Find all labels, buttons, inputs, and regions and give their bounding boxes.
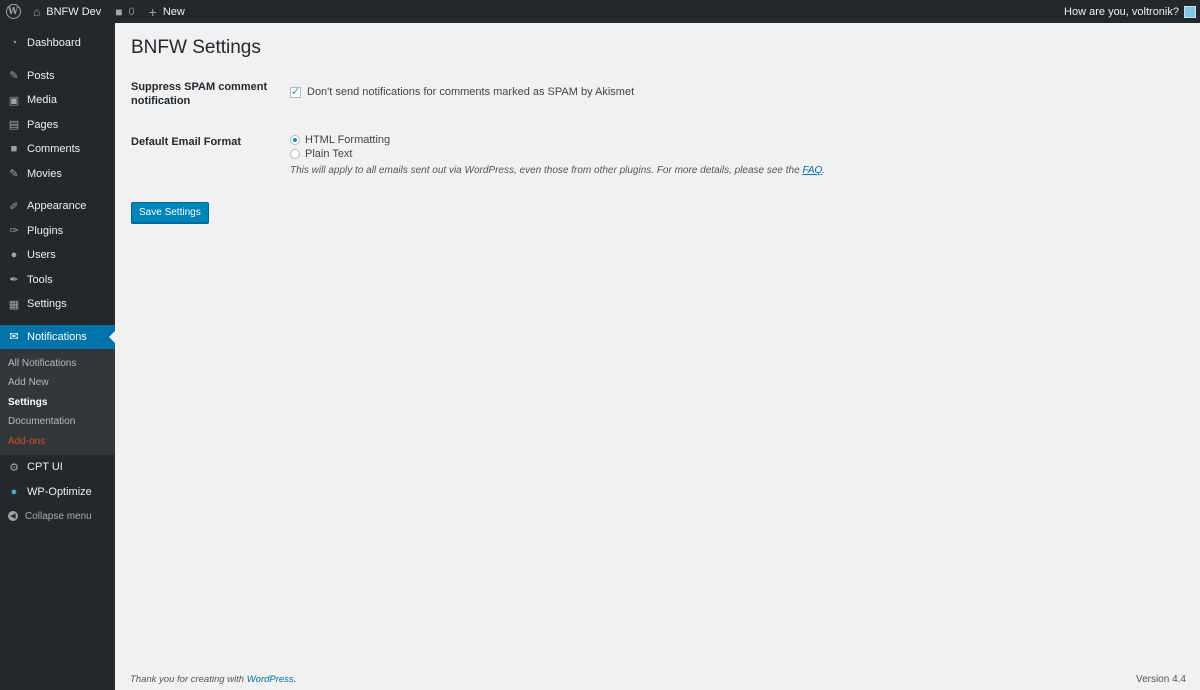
submenu-item-documentation[interactable]: Documentation <box>0 412 115 432</box>
menu-item-cpt-ui[interactable]: ⚙ CPT UI <box>0 455 115 480</box>
pin-icon: ✎ <box>9 70 19 83</box>
menu-item-label: Movies <box>27 167 62 180</box>
comment-bubble-icon: ■ <box>115 4 123 19</box>
save-settings-button[interactable]: Save Settings <box>131 202 209 223</box>
envelope-icon: ✉ <box>9 331 19 343</box>
spam-checkbox[interactable] <box>290 85 301 98</box>
brush-icon: ✐ <box>9 200 19 213</box>
collapse-label: Collapse menu <box>25 510 92 522</box>
submenu-item-add-new[interactable]: Add New <box>0 373 115 393</box>
settings-icon: ▦ <box>8 298 20 311</box>
spam-setting-label: Suppress SPAM comment notification <box>131 81 268 107</box>
email-format-field: HTML Formatting Plain Text This will app… <box>290 133 825 176</box>
plain-text-radio[interactable] <box>290 149 300 159</box>
html-formatting-radio[interactable] <box>290 135 300 145</box>
html-formatting-option[interactable]: HTML Formatting <box>290 133 825 147</box>
description-text: This will apply to all emails sent out v… <box>290 165 800 176</box>
menu-item-tools[interactable]: ✒ Tools <box>0 268 115 293</box>
main-content: BNFW Settings Suppress SPAM comment noti… <box>131 23 1181 223</box>
email-format-description: This will apply to all emails sent out v… <box>290 165 826 176</box>
menu-item-comments[interactable]: ■ Comments <box>0 137 115 162</box>
admin-menu: ◔ Dashboard ✎ Posts ▣ Media ▤ Pages ■ Co… <box>0 23 115 690</box>
menu-item-label: Appearance <box>27 200 87 213</box>
wordpress-logo-button[interactable]: W <box>0 0 26 23</box>
greeting: How are you, voltronik? <box>1064 5 1179 18</box>
new-label: New <box>162 5 185 18</box>
menu-item-label: Posts <box>27 69 55 82</box>
menu-item-movies[interactable]: ✎ Movies <box>0 162 115 187</box>
spam-setting-row: Suppress SPAM comment notification Don't… <box>131 80 634 108</box>
menu-item-label: Notifications <box>27 330 87 343</box>
menu-item-label: Media <box>27 94 57 107</box>
media-icon: ▣ <box>8 94 20 107</box>
menu-item-media[interactable]: ▣ Media <box>0 88 115 113</box>
comments-count: 0 <box>128 5 135 18</box>
menu-item-pages[interactable]: ▤ Pages <box>0 113 115 138</box>
menu-item-label: Plugins <box>27 224 64 237</box>
wordpress-logo-icon: W <box>5 4 21 19</box>
plain-text-option[interactable]: Plain Text <box>290 147 825 161</box>
email-format-label: Default Email Format <box>131 136 242 148</box>
spam-checkbox-label[interactable]: Don't send notifications for comments ma… <box>307 86 634 98</box>
menu-item-dashboard[interactable]: ◔ Dashboard <box>0 31 115 56</box>
menu-item-label: CPT UI <box>27 461 63 474</box>
menu-item-notifications[interactable]: ✉ Notifications <box>0 324 115 349</box>
optimize-icon: ● <box>10 485 18 498</box>
avatar <box>1184 5 1196 18</box>
site-name-link[interactable]: ⌂ BNFW Dev <box>26 0 108 23</box>
wordpress-link[interactable]: WordPress <box>247 674 294 685</box>
collapse-icon: ◀ <box>8 511 18 522</box>
menu-item-label: Comments <box>27 143 81 156</box>
faq-link[interactable]: FAQ <box>802 165 822 176</box>
wrench-icon: ✒ <box>9 274 19 287</box>
comments-link[interactable]: ■ 0 <box>108 0 141 23</box>
footer-version: Version 4.4 <box>1135 674 1186 685</box>
comment-icon: ■ <box>10 143 18 156</box>
admin-bar: W ⌂ BNFW Dev ■ 0 + New How are you, volt… <box>0 0 1200 23</box>
email-format-row: Default Email Format HTML Formatting Pla… <box>131 133 825 176</box>
dashboard-icon: ◔ <box>10 37 18 50</box>
page-title: BNFW Settings <box>131 37 261 58</box>
submenu-item-all-notifications[interactable]: All Notifications <box>0 354 115 374</box>
menu-item-wp-optimize[interactable]: ● WP-Optimize <box>0 480 115 505</box>
collapse-menu-button[interactable]: ◀ Collapse menu <box>0 504 115 529</box>
menu-item-label: Dashboard <box>27 37 81 50</box>
site-name: BNFW Dev <box>46 5 102 18</box>
gear-icon: ⚙ <box>9 461 19 474</box>
page-icon: ▤ <box>8 119 20 132</box>
menu-item-posts[interactable]: ✎ Posts <box>0 64 115 89</box>
new-content-link[interactable]: + New <box>142 0 192 23</box>
footer-thanks-text: Thank you for creating with <box>130 674 245 685</box>
user-icon: ● <box>10 249 18 262</box>
menu-item-label: Users <box>27 249 56 262</box>
plus-icon: + <box>148 3 157 20</box>
footer-thanks: Thank you for creating with WordPress. <box>130 674 297 685</box>
menu-item-label: Pages <box>27 118 59 131</box>
home-icon: ⌂ <box>33 4 41 19</box>
menu-item-label: WP-Optimize <box>27 485 92 498</box>
my-account-link[interactable]: How are you, voltronik? <box>1057 0 1200 23</box>
plug-icon: ✑ <box>9 225 19 238</box>
menu-item-users[interactable]: ● Users <box>0 243 115 268</box>
menu-item-plugins[interactable]: ✑ Plugins <box>0 219 115 244</box>
menu-item-label: Tools <box>27 273 53 286</box>
menu-item-appearance[interactable]: ✐ Appearance <box>0 194 115 219</box>
plain-text-label[interactable]: Plain Text <box>305 148 353 160</box>
html-formatting-label[interactable]: HTML Formatting <box>305 134 390 146</box>
menu-item-settings[interactable]: ▦ Settings <box>0 292 115 317</box>
submenu-item-settings[interactable]: Settings <box>0 393 115 413</box>
spam-setting-field: Don't send notifications for comments ma… <box>290 80 634 108</box>
menu-item-label: Settings <box>27 298 67 311</box>
submenu-item-add-ons[interactable]: Add-ons <box>0 432 115 452</box>
notifications-submenu: All Notifications Add New Settings Docum… <box>0 348 115 455</box>
pin-icon: ✎ <box>9 168 19 181</box>
